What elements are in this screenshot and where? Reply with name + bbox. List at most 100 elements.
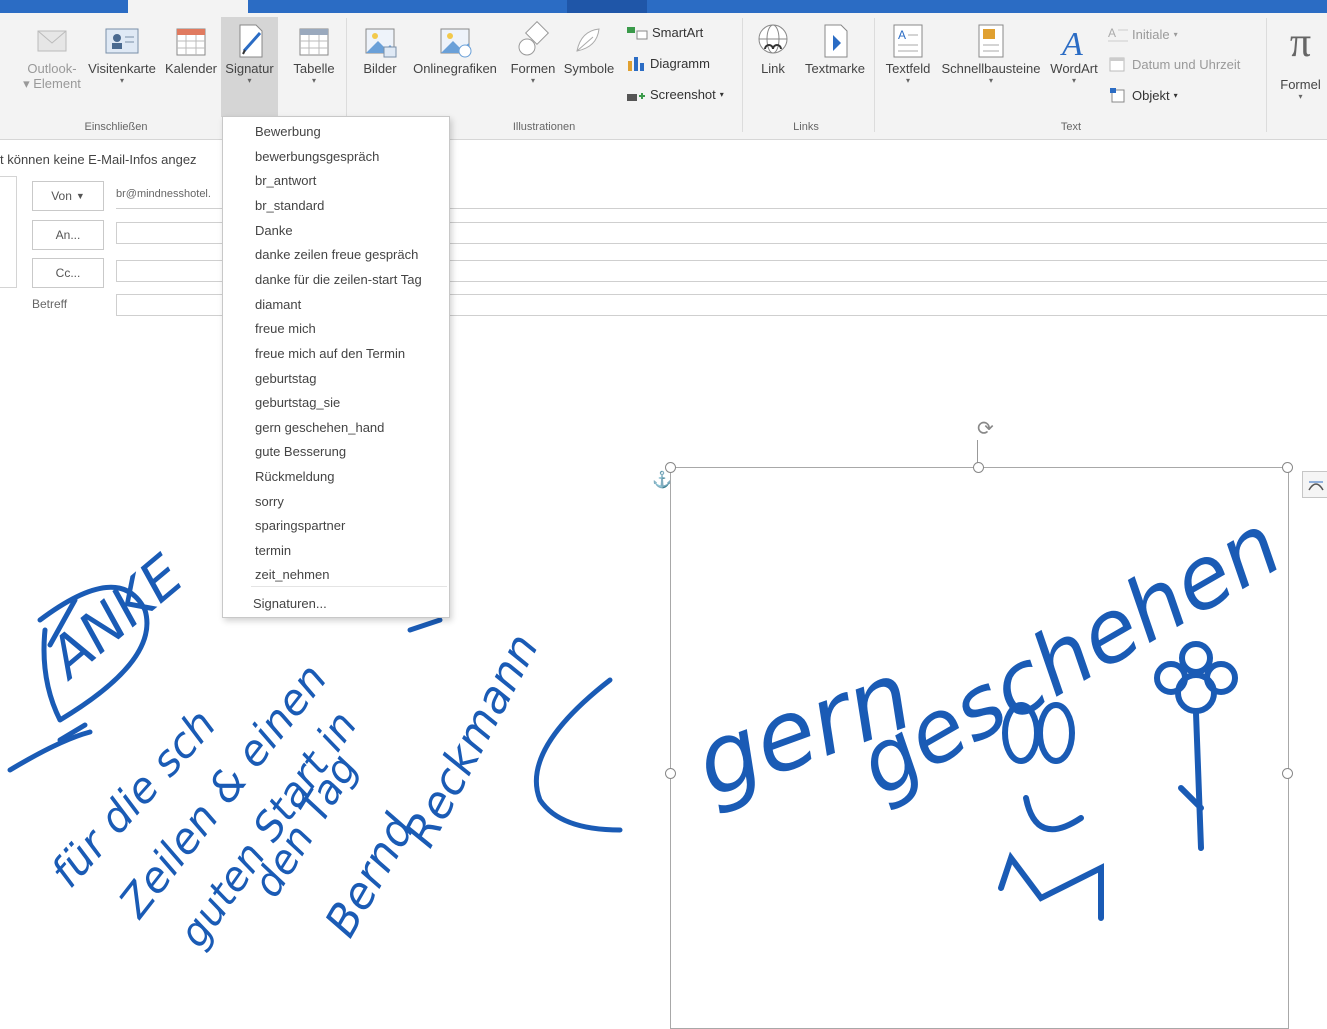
- signature-item-geburtstag[interactable]: geburtstag: [255, 371, 316, 386]
- outlook-element-label-2: ▾ Element: [20, 76, 84, 92]
- signature-item-freue-mich[interactable]: freue mich: [255, 321, 316, 336]
- textmarke-button[interactable]: Textmarke: [800, 21, 870, 76]
- von-button[interactable]: Von ▼: [32, 181, 104, 211]
- outlook-element-icon: [37, 30, 67, 52]
- picture-icon: [365, 28, 397, 58]
- ribbon: Outlook- ▾ Element Visitenkarte ▾ Kalend…: [0, 13, 1327, 140]
- formel-button[interactable]: π Formel ▾: [1274, 21, 1327, 102]
- signature-item-gern-geschehen-hand[interactable]: gern geschehen_hand: [255, 420, 384, 435]
- smartart-icon: [627, 27, 648, 40]
- signature-item-danke-zeilen-freue-gespraech[interactable]: danke zeilen freue gespräch: [255, 247, 418, 262]
- signature-item-br-antwort[interactable]: br_antwort: [255, 173, 316, 188]
- signature-item-termin[interactable]: termin: [255, 543, 291, 558]
- active-ribbon-tab[interactable]: [128, 0, 248, 13]
- layout-options-button[interactable]: [1302, 471, 1327, 498]
- outlook-element-label-2-text: Element: [33, 76, 81, 91]
- link-button[interactable]: Link: [750, 21, 796, 76]
- cc-button[interactable]: Cc...: [32, 258, 104, 288]
- an-button[interactable]: An...: [32, 220, 104, 250]
- screenshot-button[interactable]: Screenshot ▾: [626, 86, 724, 102]
- outlook-element-caret: ▾: [23, 76, 34, 91]
- resize-handle-top-middle[interactable]: [973, 462, 984, 473]
- signatur-button[interactable]: Signatur ▾: [221, 17, 278, 117]
- signaturen-settings-item[interactable]: Signaturen...: [253, 596, 327, 611]
- group-separator: [874, 18, 875, 132]
- signature-item-sorry[interactable]: sorry: [255, 494, 284, 509]
- visitenkarte-button[interactable]: Visitenkarte ▾: [84, 21, 160, 86]
- handwritten-gern-geschehen: gern geschehen: [681, 495, 1298, 921]
- screenshot-caret: ▾: [719, 89, 724, 99]
- tabelle-label: Tabelle: [293, 61, 335, 76]
- resize-handle-left-middle[interactable]: [665, 768, 676, 779]
- onlinegrafiken-button[interactable]: Onlinegrafiken: [406, 21, 504, 76]
- objekt-label: Objekt: [1132, 87, 1170, 103]
- symbole-button[interactable]: Symbole: [560, 21, 618, 76]
- an-label: An...: [55, 228, 81, 242]
- wordart-button[interactable]: A WordArt ▾: [1046, 21, 1102, 86]
- schnellbausteine-button[interactable]: Schnellbausteine ▾: [936, 21, 1046, 86]
- svg-text:geschehen: geschehen: [842, 495, 1289, 816]
- rotate-handle-icon[interactable]: ⟳: [977, 418, 999, 440]
- textfeld-button[interactable]: A Textfeld ▾: [880, 21, 936, 86]
- resize-handle-right-middle[interactable]: [1282, 768, 1293, 779]
- group-label-illustrationen: Illustrationen: [512, 121, 576, 133]
- kalender-button[interactable]: Kalender: [162, 21, 220, 76]
- formel-label: Formel: [1280, 77, 1321, 92]
- formen-button[interactable]: Formen ▾: [506, 21, 560, 86]
- smartart-button[interactable]: SmartArt: [626, 24, 703, 40]
- pi-icon: π: [1289, 20, 1312, 66]
- datum-uhrzeit-button[interactable]: Datum und Uhrzeit: [1108, 55, 1240, 73]
- outlook-element-label-1: Outlook-: [27, 61, 77, 76]
- resize-handle-top-right[interactable]: [1282, 462, 1293, 473]
- title-bar: [0, 0, 1327, 13]
- menu-separator: [251, 586, 447, 587]
- icons-icon: [576, 28, 600, 52]
- title-bar-highlight: [567, 0, 647, 13]
- table-icon: [299, 28, 329, 56]
- wordart-label: WordArt: [1050, 61, 1098, 76]
- svg-text:A: A: [1060, 26, 1083, 61]
- shapes-icon: [518, 21, 550, 56]
- business-card-icon: [105, 28, 139, 54]
- calendar-icon: [176, 28, 206, 56]
- diagramm-button[interactable]: Diagramm: [626, 55, 710, 71]
- group-label-einschliessen: Einschließen: [84, 121, 148, 133]
- gern-geschehen-image[interactable]: gern geschehen: [670, 467, 1298, 1029]
- signature-item-gute-besserung[interactable]: gute Besserung: [255, 444, 346, 459]
- signature-item-danke-fuer-die-zeilen-start-tag[interactable]: danke für die zeilen-start Tag: [255, 272, 422, 287]
- wordart-caret: ▾: [1071, 76, 1076, 85]
- send-button-area[interactable]: [0, 176, 17, 288]
- info-bar: t können keine E-Mail-Infos angez: [0, 152, 197, 167]
- kalender-label: Kalender: [164, 61, 218, 76]
- objekt-caret: ▾: [1173, 90, 1178, 100]
- signature-item-bewerbung[interactable]: Bewerbung: [255, 124, 321, 139]
- group-label-links: Links: [793, 121, 819, 133]
- svg-text:A: A: [898, 28, 906, 42]
- objekt-button[interactable]: Objekt ▾: [1108, 86, 1178, 104]
- signature-item-bewerbungsgespraech[interactable]: bewerbungsgespräch: [255, 149, 379, 164]
- group-separator: [742, 18, 743, 132]
- formen-label: Formen: [510, 61, 556, 76]
- schnellbausteine-caret: ▾: [988, 76, 993, 85]
- svg-text:ANKE: ANKE: [35, 543, 196, 693]
- signature-item-rueckmeldung[interactable]: Rückmeldung: [255, 469, 335, 484]
- bilder-button[interactable]: Bilder: [356, 21, 404, 76]
- signature-dropdown: Bewerbung bewerbungsgespräch br_antwort …: [222, 116, 450, 618]
- drop-cap-icon: A: [1108, 26, 1128, 42]
- wordart-icon: A: [1060, 26, 1083, 61]
- symbole-label: Symbole: [563, 61, 615, 76]
- signature-item-geburtstag-sie[interactable]: geburtstag_sie: [255, 395, 340, 410]
- signature-item-freue-mich-auf-den-termin[interactable]: freue mich auf den Termin: [255, 346, 405, 361]
- signature-item-br-standard[interactable]: br_standard: [255, 198, 324, 213]
- signature-item-danke[interactable]: Danke: [255, 223, 293, 238]
- signature-item-sparingspartner[interactable]: sparingspartner: [255, 518, 345, 533]
- initiale-button[interactable]: A Initiale ▾: [1108, 25, 1178, 43]
- outlook-element-button[interactable]: Outlook- ▾ Element: [20, 21, 84, 92]
- group-label-text: Text: [1060, 121, 1082, 133]
- tabelle-button[interactable]: Tabelle ▾: [284, 21, 344, 86]
- signature-icon: [239, 24, 262, 58]
- signature-item-zeit-nehmen[interactable]: zeit_nehmen: [255, 567, 329, 582]
- onlinegrafiken-label: Onlinegrafiken: [413, 61, 497, 76]
- signature-item-diamant[interactable]: diamant: [255, 297, 301, 312]
- von-label: Von: [51, 189, 72, 203]
